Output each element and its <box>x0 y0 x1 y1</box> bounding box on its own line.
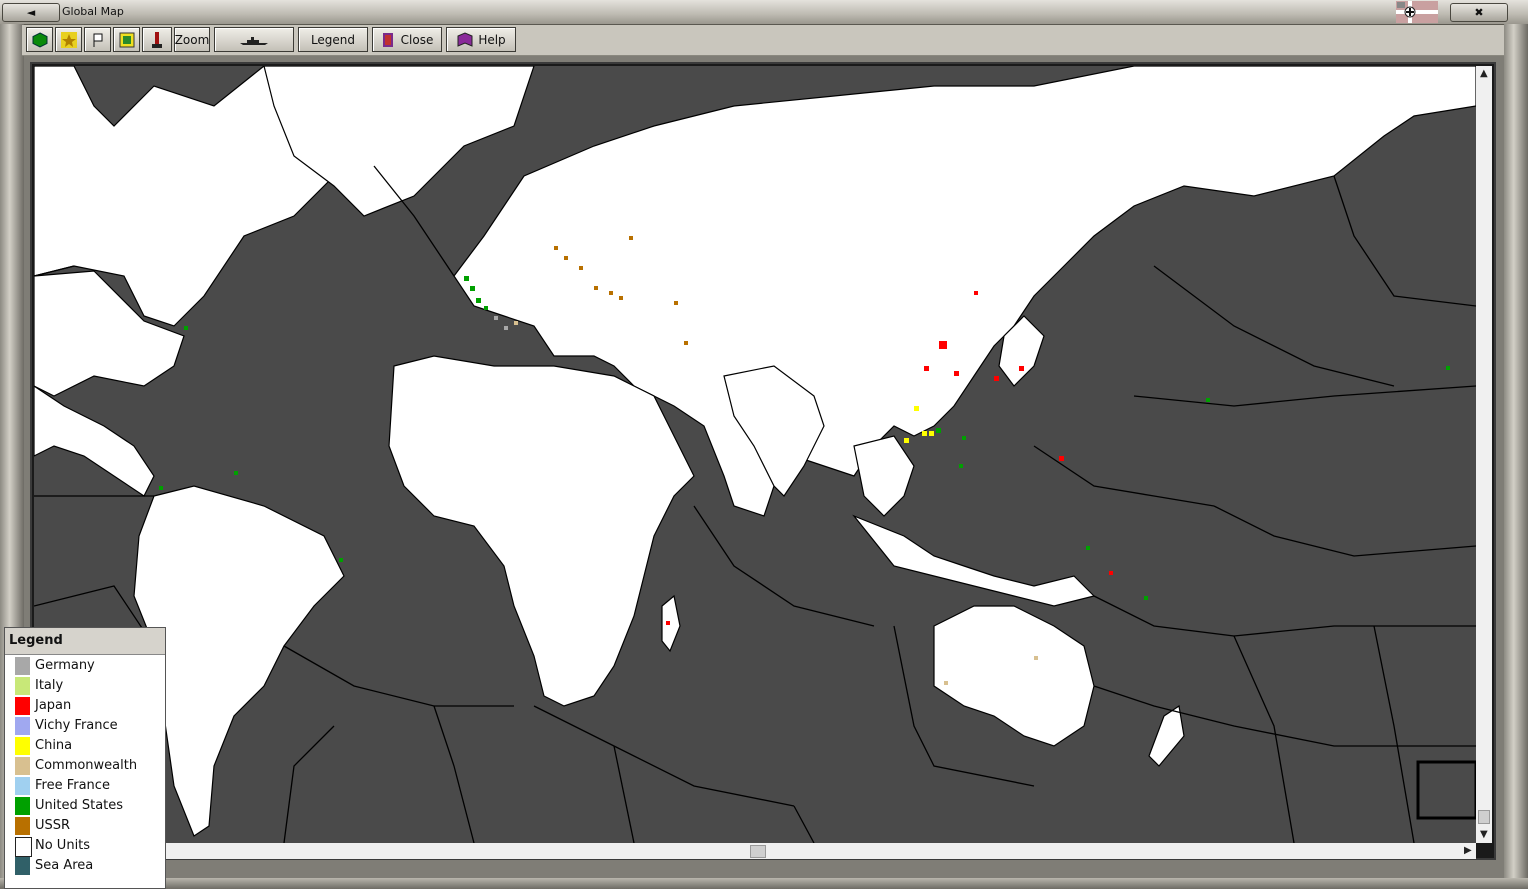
legend-item: United States <box>5 795 165 815</box>
flags-button[interactable] <box>84 27 111 52</box>
world-map[interactable] <box>34 66 1476 843</box>
scroll-down-icon[interactable]: ▼ <box>1480 829 1488 840</box>
legend-swatch <box>15 757 30 775</box>
restore-button[interactable]: ◄ <box>2 3 60 22</box>
legend-item: China <box>5 735 165 755</box>
close-map-button[interactable]: Close <box>372 27 442 52</box>
legend-button[interactable]: Legend <box>298 27 368 52</box>
legend-swatch <box>15 797 30 815</box>
german-flag-icon <box>1396 1 1438 23</box>
ship-icon <box>240 36 268 45</box>
help-label: Help <box>478 32 506 47</box>
legend-swatch <box>15 697 30 715</box>
window-frame-bottom <box>0 878 1528 889</box>
legend-title: Legend <box>5 628 165 655</box>
scroll-up-icon[interactable]: ▲ <box>1480 68 1488 79</box>
pawn-icon <box>152 31 162 48</box>
legend-label: Commonwealth <box>35 758 138 773</box>
leader-button[interactable] <box>142 27 172 52</box>
book-icon <box>457 31 473 47</box>
legend-item: No Units <box>5 835 165 857</box>
naval-button[interactable] <box>214 27 294 52</box>
star-icon <box>60 31 77 48</box>
legend-item: Vichy France <box>5 715 165 735</box>
legend-label: Italy <box>35 678 64 693</box>
legend-swatch <box>15 677 30 695</box>
window-close-button[interactable]: ✖ <box>1450 3 1508 22</box>
legend-swatch <box>15 737 30 755</box>
legend-label: Japan <box>35 698 72 713</box>
legend-swatch <box>15 817 30 835</box>
legend-panel: Legend Germany Italy Japan Vichy France Chin… <box>4 627 166 889</box>
legend-item: Free France <box>5 775 165 795</box>
zoom-button[interactable]: Zoom <box>174 27 210 52</box>
legend-item: Germany <box>5 655 165 675</box>
legend-label: Sea Area <box>35 858 94 873</box>
legend-item: Sea Area <box>5 855 165 875</box>
vertical-scroll-thumb[interactable] <box>1478 810 1490 824</box>
flag-icon <box>93 33 102 47</box>
horizontal-scrollbar[interactable]: ▶ <box>166 843 1476 859</box>
window-frame-right <box>1504 24 1528 889</box>
legend-label: No Units <box>35 838 91 853</box>
legend-item: Commonwealth <box>5 755 165 775</box>
scroll-right-icon[interactable]: ▶ <box>1464 845 1472 856</box>
close-door-icon <box>382 32 393 47</box>
title-bar: ◄ Global Map ✖ <box>0 0 1528 25</box>
legend-item: USSR <box>5 815 165 835</box>
vertical-scrollbar[interactable]: ▲ ▼ <box>1476 66 1492 843</box>
legend-swatch <box>15 857 30 875</box>
window-title: Global Map <box>62 5 124 18</box>
horizontal-scroll-thumb[interactable] <box>750 845 766 858</box>
legend-item: Italy <box>5 675 165 695</box>
legend-label: China <box>35 738 73 753</box>
display-mode-button[interactable] <box>113 27 140 52</box>
display-icon <box>119 32 134 47</box>
legend-label: Germany <box>35 658 95 673</box>
legend-list: Germany Italy Japan Vichy France China Common… <box>5 655 165 875</box>
legend-label: United States <box>35 798 124 813</box>
legend-swatch <box>15 777 30 795</box>
cities-button[interactable] <box>55 27 82 52</box>
close-label: Close <box>400 32 434 47</box>
help-button[interactable]: Help <box>446 27 516 52</box>
legend-label: Vichy France <box>35 718 118 733</box>
legend-swatch <box>15 657 30 675</box>
toolbar: Zoom Legend Close Help <box>22 25 1504 56</box>
legend-label: USSR <box>35 818 71 833</box>
legend-swatch <box>15 837 32 857</box>
unit-display-button[interactable] <box>26 27 53 52</box>
map-canvas[interactable] <box>34 66 1476 843</box>
green-hex-icon <box>32 31 47 48</box>
legend-swatch <box>15 717 30 735</box>
legend-item: Japan <box>5 695 165 715</box>
legend-label: Free France <box>35 778 110 793</box>
